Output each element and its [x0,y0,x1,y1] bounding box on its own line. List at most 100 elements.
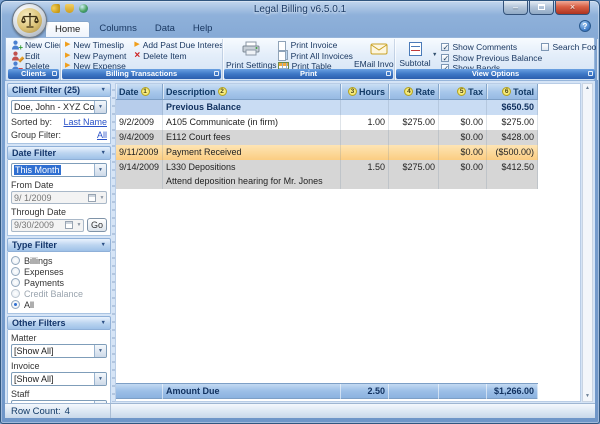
chevron-down-icon: ▼ [101,150,106,156]
group-filter-link[interactable]: All [97,130,107,140]
through-date-field[interactable]: 9/30/2009 ▼ [11,219,84,232]
client-select[interactable]: Doe, John - XYZ Corporation ▼ [11,100,107,114]
person-plus-icon: + [11,40,22,50]
checkbox-checked-icon: ✓ [441,54,449,62]
scroll-down-icon[interactable]: ▼ [583,392,592,401]
radio-expenses[interactable]: Expenses [11,266,107,277]
group-filter-label: Group Filter: [11,130,61,140]
type-filter-panel: Billings Expenses Payments Credit Balanc… [7,252,111,314]
print-invoice-button[interactable]: Print Invoice [277,40,354,51]
printer-icon [242,41,260,58]
dialog-launcher-icon[interactable] [386,71,391,76]
date-range-select[interactable]: This Month ▼ [11,163,107,177]
billing-grid: Date1 Description2 3Hours 4Rate 5Tax 6To… [115,83,581,402]
chevron-down-icon[interactable]: ▼ [75,222,83,228]
new-timeslip-button[interactable]: ▶New Timeslip [64,40,127,51]
ribbon-group-view-options: Subtotal ▼ ✓Show Comments ✓Show Previous… [395,39,597,80]
print-all-invoices-button[interactable]: Print All Invoices [277,51,354,62]
chevron-down-icon[interactable]: ▼ [98,195,106,201]
radio-all[interactable]: All [11,299,107,310]
tab-data[interactable]: Data [146,21,184,37]
chevron-down-icon: ▼ [101,242,106,248]
print-settings-button[interactable]: Print Settings [226,41,277,71]
column-header-date[interactable]: Date1 [116,84,163,99]
from-date-label: From Date [11,180,107,190]
column-order-badge: 2 [218,87,227,96]
radio-icon [11,278,20,287]
tab-home[interactable]: Home [45,21,90,37]
table-row[interactable]: 9/2/2009 A105 Communicate (in firm) 1.00… [116,115,538,130]
new-payment-button[interactable]: ▶New Payment [64,51,127,62]
delete-item-button[interactable]: ×Delete Item [133,51,223,62]
vertical-scrollbar[interactable]: ▲ ▼ [582,83,593,402]
add-past-due-interest-button[interactable]: ▶Add Past Due Interest [133,40,223,51]
radio-icon [11,256,20,265]
other-filters-header[interactable]: Other Filters▼ [7,316,111,330]
minimize-button[interactable]: – [503,1,528,15]
chevron-down-icon[interactable]: ▼ [94,164,106,176]
yellow-arrow-icon: ▶ [65,52,70,60]
column-header-description[interactable]: Description2 [163,84,341,99]
dialog-launcher-icon[interactable] [588,71,593,76]
row-count: Row Count: 4 [5,404,111,418]
table-row-previous-balance[interactable]: Previous Balance $650.50 [116,100,538,115]
column-header-hours[interactable]: 3Hours [341,84,389,99]
new-client-button[interactable]: + New Client [10,40,57,51]
table-row-payment[interactable]: 9/11/2009 Payment Received $0.00 ($500.0… [116,145,538,160]
tab-columns[interactable]: Columns [90,21,146,37]
go-button[interactable]: Go [87,218,107,232]
chevron-down-icon[interactable]: ▼ [432,52,437,58]
type-filter-header[interactable]: Type Filter▼ [7,238,111,252]
envelope-icon [370,43,388,57]
show-comments-checkbox[interactable]: ✓Show Comments [441,42,539,53]
window-controls: – × [503,1,590,15]
calendar-icon[interactable] [88,194,96,202]
checkbox-checked-icon: ✓ [441,43,449,51]
matter-select[interactable]: [Show All]▼ [11,344,107,358]
search-footer-checkbox[interactable]: Search Footer [541,42,597,53]
subtotal-grid-icon [409,42,422,56]
column-order-badge: 6 [502,87,511,96]
edit-client-button[interactable]: Edit [10,51,57,62]
table-row[interactable]: 9/4/2009 E112 Court fees $0.00 $428.00 [116,130,538,145]
title-bar: Legal Billing v6.5.0.1 – × [1,1,599,21]
scroll-up-icon[interactable]: ▲ [583,84,592,93]
chevron-down-icon[interactable]: ▼ [94,373,106,385]
from-date-field[interactable]: 9/ 1/2009 ▼ [11,191,107,204]
table-row[interactable]: 9/14/2009 L330 DepositionsAttend deposit… [116,160,538,189]
close-icon: × [570,2,575,12]
chevron-down-icon[interactable]: ▼ [94,101,106,113]
tab-help[interactable]: Help [184,21,222,37]
matter-label: Matter [11,333,107,343]
main-area: Client Filter (25)▼ Doe, John - XYZ Corp… [5,81,595,418]
app-window: Legal Billing v6.5.0.1 – × Home Columns [0,0,600,424]
column-header-tax[interactable]: 5Tax [439,84,487,99]
sorted-by-link[interactable]: Last Name [63,117,107,127]
client-filter-header[interactable]: Client Filter (25)▼ [7,83,111,97]
date-filter-header[interactable]: Date Filter▼ [7,146,111,160]
status-bar: Row Count: 4 [5,403,595,418]
chevron-down-icon[interactable]: ▼ [94,345,106,357]
invoice-select[interactable]: [Show All]▼ [11,372,107,386]
show-previous-balance-checkbox[interactable]: ✓Show Previous Balance [441,53,539,64]
email-invoice-button[interactable]: EMail Invoice [354,41,395,71]
app-menu-button[interactable] [12,3,47,38]
close-button[interactable]: × [555,1,590,15]
row-comment: Attend deposition hearing for Mr. Jones [166,174,337,188]
column-header-total[interactable]: 6Total [487,84,538,99]
page-icon [278,40,288,51]
help-button[interactable]: ? [579,20,591,32]
date-filter-panel: This Month ▼ From Date 9/ 1/2009 ▼ Throu… [7,160,111,236]
group-caption-clients: Clients [8,69,59,79]
calendar-icon[interactable] [65,221,73,229]
subtotal-button[interactable]: Subtotal [398,40,432,70]
dialog-launcher-icon[interactable] [52,71,57,76]
column-header-rate[interactable]: 4Rate [389,84,439,99]
radio-billings[interactable]: Billings [11,255,107,266]
ribbon-group-billing-transactions: ▶New Timeslip ▶New Payment ▶New Expense … [61,39,223,80]
dialog-launcher-icon[interactable] [214,71,219,76]
client-filter-panel: Doe, John - XYZ Corporation ▼ Sorted by:… [7,97,111,144]
maximize-button[interactable] [529,1,554,15]
amount-due-row: Amount Due 2.50 $1,266.00 [116,383,538,399]
radio-payments[interactable]: Payments [11,277,107,288]
